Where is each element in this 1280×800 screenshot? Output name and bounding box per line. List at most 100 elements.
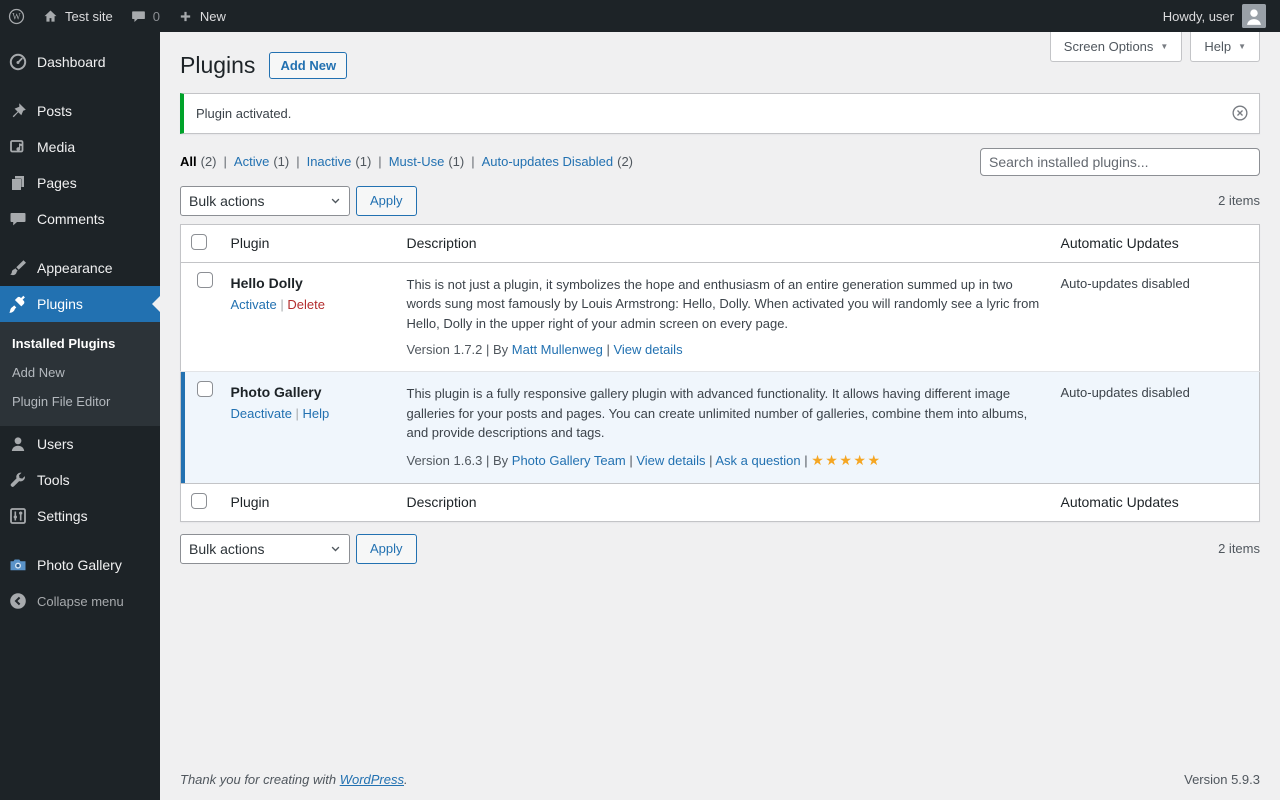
sidebar-item-media[interactable]: Media — [0, 129, 160, 165]
star-rating[interactable]: ★★★★★ — [811, 452, 881, 468]
sidebar-item-label: Plugins — [37, 296, 83, 312]
view-details-link[interactable]: View details — [613, 342, 682, 357]
submenu-item-installed-plugins[interactable]: Installed Plugins — [0, 329, 160, 358]
sidebar-item-posts[interactable]: Posts — [0, 93, 160, 129]
main-content: Screen Options ▼ Help ▼ Plugins Add New … — [160, 32, 1280, 800]
comment-icon — [130, 8, 147, 25]
filter-separator: | — [296, 154, 300, 170]
plugin-description: This is not just a plugin, it symbolizes… — [406, 276, 1040, 331]
sidebar-item-label: Posts — [37, 103, 73, 119]
comments-count: 0 — [152, 8, 160, 24]
row-checkbox-photo-gallery[interactable] — [197, 381, 213, 398]
bulk-actions-select[interactable]: Bulk actions — [180, 533, 350, 564]
view-details-link[interactable]: View details — [636, 453, 705, 468]
apply-button[interactable]: Apply — [356, 185, 417, 216]
plugin-meta: Version 1.7.2 | By Matt Mullenweg | View… — [406, 342, 683, 358]
auto-updates-status: Auto-updates disabled — [1050, 371, 1260, 484]
author-link[interactable]: Matt Mullenweg — [512, 342, 603, 357]
filter-count: (1) — [355, 154, 372, 170]
bulk-actions-select[interactable]: Bulk actions — [180, 185, 350, 216]
pin-icon — [8, 101, 28, 121]
sidebar-item-plugins[interactable]: Plugins — [0, 286, 160, 322]
activate-link[interactable]: Activate — [231, 297, 277, 312]
filter-separator: | — [378, 154, 382, 170]
filter-separator: | — [471, 154, 475, 170]
sidebar-item-label: Appearance — [37, 260, 113, 276]
admin-bar-new[interactable]: New — [177, 8, 226, 25]
screen-options-button[interactable]: Screen Options ▼ — [1049, 32, 1183, 62]
help-link[interactable]: Help — [303, 406, 330, 421]
sidebar-item-comments[interactable]: Comments — [0, 201, 160, 237]
column-header-auto-updates: Automatic Updates — [1060, 235, 1179, 252]
author-link[interactable]: Photo Gallery Team — [512, 453, 626, 468]
admin-bar-comments[interactable]: 0 — [130, 8, 160, 25]
tablenav-bottom: Bulk actions Apply 2 items — [180, 533, 1260, 564]
filter-link-active[interactable]: Active — [234, 154, 269, 169]
filter-inactive: Inactive (1) | — [307, 154, 389, 169]
admin-bar-site-name[interactable]: Test site — [42, 8, 113, 25]
screen-options-label: Screen Options — [1063, 39, 1154, 54]
filter-link-all[interactable]: All — [180, 154, 197, 169]
filter-count: (2) — [200, 154, 217, 170]
sidebar-item-users[interactable]: Users — [0, 426, 160, 462]
caret-down-icon: ▼ — [1160, 42, 1169, 51]
sidebar-item-collapse-menu[interactable]: Collapse menu — [0, 583, 160, 619]
filter-separator: | — [223, 154, 227, 170]
notice-plugin-activated: Plugin activated. — [180, 92, 1260, 134]
ask-a-question-link[interactable]: Ask a question — [715, 453, 800, 468]
active-menu-arrow — [152, 296, 160, 312]
sidebar-item-photo-gallery[interactable]: Photo Gallery — [0, 547, 160, 583]
sidebar-item-dashboard[interactable]: Dashboard — [0, 44, 160, 80]
new-label: New — [199, 8, 226, 24]
column-header-description: Description — [406, 494, 477, 511]
admin-menu: Dashboard Posts Media Pages Comments Appearan… — [0, 44, 160, 619]
help-button[interactable]: Help ▼ — [1190, 32, 1260, 62]
filter-link-must-use[interactable]: Must-Use — [389, 154, 445, 169]
admin-bar-account[interactable]: Howdy, user — [1163, 4, 1266, 28]
footer-thanks: Thank you for creating with WordPress. — [180, 772, 408, 787]
avatar — [1242, 4, 1266, 28]
sidebar-item-tools[interactable]: Tools — [0, 462, 160, 498]
delete-link[interactable]: Delete — [287, 297, 325, 312]
wordpress-logo-icon[interactable]: W — [8, 8, 25, 25]
plugins-table: Plugin Description Automatic Updates Hel… — [180, 223, 1260, 522]
add-new-button[interactable]: Add New — [269, 52, 348, 80]
sidebar-item-pages[interactable]: Pages — [0, 165, 160, 201]
sidebar-item-label: Collapse menu — [37, 593, 124, 609]
footer-version: Version 5.9.3 — [1184, 772, 1260, 787]
apply-button[interactable]: Apply — [356, 533, 417, 564]
column-header-description: Description — [406, 235, 477, 252]
dismiss-notice-button[interactable] — [1231, 104, 1249, 122]
submenu-item-add-new[interactable]: Add New — [0, 358, 160, 387]
sidebar: Dashboard Posts Media Pages Comments Appearan… — [0, 32, 160, 800]
comments-icon — [8, 209, 28, 229]
row-checkbox-hello-dolly[interactable] — [197, 271, 213, 288]
media-icon — [8, 137, 28, 157]
column-header-auto-updates: Automatic Updates — [1060, 494, 1179, 511]
sidebar-item-settings[interactable]: Settings — [0, 498, 160, 534]
howdy-label: Howdy, user — [1162, 8, 1234, 24]
caret-down-icon: ▼ — [1238, 42, 1246, 51]
sidebar-item-label: Media — [37, 139, 76, 155]
gauge-icon — [8, 52, 28, 72]
select-all-checkbox[interactable] — [191, 492, 207, 509]
plugin-icon — [8, 294, 28, 314]
sidebar-item-appearance[interactable]: Appearance — [0, 250, 160, 286]
filter-link-inactive[interactable]: Inactive — [307, 154, 352, 169]
submenu-item-plugin-file-editor[interactable]: Plugin File Editor — [0, 387, 160, 416]
svg-text:W: W — [12, 11, 21, 21]
page-title: Plugins — [180, 52, 256, 78]
row-actions: Activate | Delete — [230, 296, 325, 312]
select-all-checkbox[interactable] — [191, 233, 207, 250]
wordpress-link[interactable]: WordPress — [340, 772, 404, 787]
sidebar-item-label: Comments — [37, 211, 105, 227]
row-actions: Deactivate | Help — [230, 406, 330, 422]
deactivate-link[interactable]: Deactivate — [231, 406, 292, 421]
plugin-name: Photo Gallery — [230, 384, 322, 401]
search-input[interactable] — [980, 147, 1260, 176]
filter-must-use: Must-Use (1) | — [389, 154, 482, 169]
items-count: 2 items — [1218, 541, 1260, 557]
users-icon — [8, 434, 28, 454]
status-filters: All (2) | Active (1) | Inactive (1) | Must-Use (1)… — [180, 154, 633, 169]
filter-link-auto-updates-disabled[interactable]: Auto-updates Disabled — [482, 154, 614, 169]
